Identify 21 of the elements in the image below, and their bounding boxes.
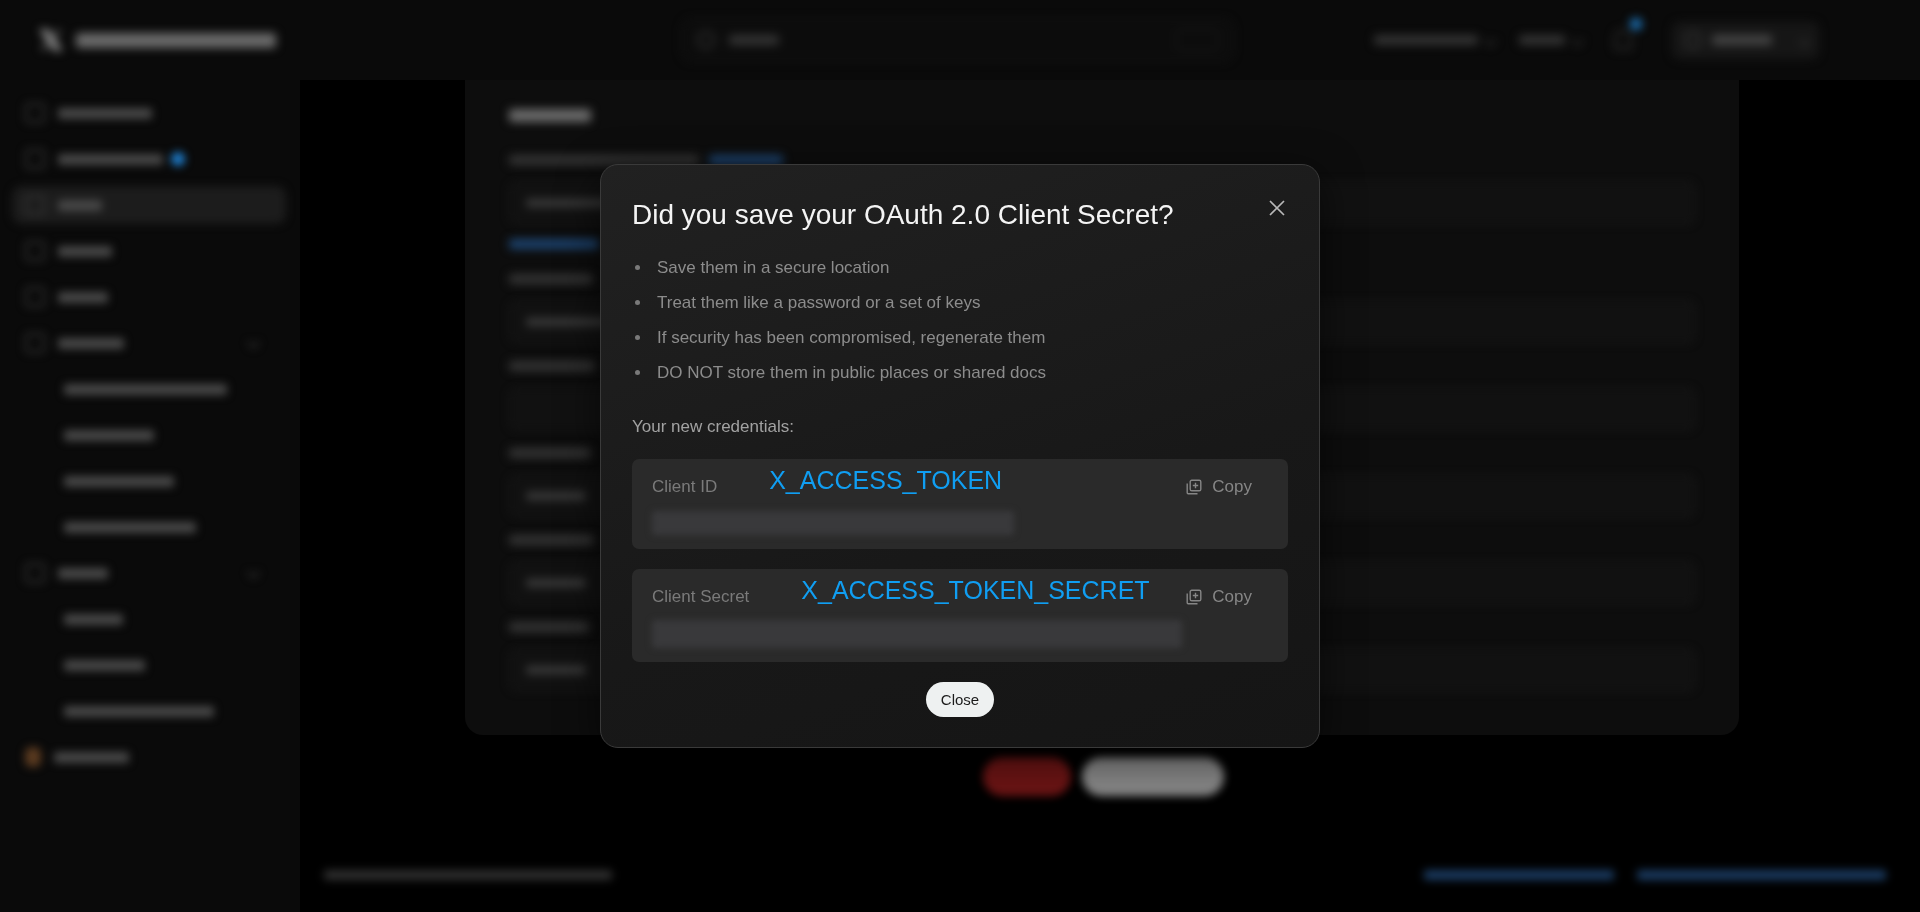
close-button[interactable]: Close [925, 682, 995, 717]
tip-text: Save them in a secure location [657, 256, 890, 279]
bullet-icon [635, 265, 640, 270]
copy-button[interactable]: Copy [1186, 476, 1252, 498]
bullet-icon [635, 370, 640, 375]
tip-text: DO NOT store them in public places or shared docs [657, 361, 1046, 384]
copy-icon [1186, 479, 1203, 495]
close-icon [1269, 200, 1285, 216]
tip-text: Treat them like a password or a set of keys [657, 291, 981, 314]
dialog-title: Did you save your OAuth 2.0 Client Secret? [632, 198, 1174, 231]
bullet-icon [635, 300, 640, 305]
annotation-text: X_ACCESS_TOKEN_SECRET [801, 576, 1150, 604]
credential-label: Client ID [652, 476, 718, 498]
close-icon-button[interactable] [1269, 200, 1285, 216]
tip-text: If security has been compromised, regenerate them [657, 326, 1046, 349]
credential-label: Client Secret [652, 586, 750, 608]
annotation-text: X_ACCESS_TOKEN [769, 466, 1003, 494]
bullet-icon [635, 335, 640, 340]
copy-icon [1186, 589, 1203, 605]
credentials-heading: Your new credentials: [632, 416, 794, 438]
copy-button[interactable]: Copy [1186, 586, 1252, 608]
